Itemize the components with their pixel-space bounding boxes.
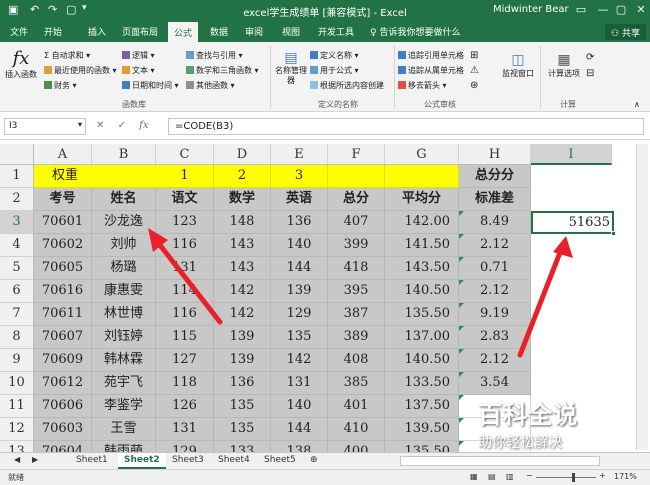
add-sheet-icon[interactable]: ⊕: [304, 453, 324, 469]
sheet-tab-bar: ◀ ▶ Sheet1 Sheet2 Sheet3 Sheet4 Sheet5 ⊕: [0, 452, 650, 469]
page-break-view-icon[interactable]: ▥: [506, 472, 514, 481]
sheet-tab-4[interactable]: Sheet4: [212, 453, 256, 469]
normal-view-icon[interactable]: ▦: [470, 472, 478, 481]
sheet-tab-3[interactable]: Sheet3: [166, 453, 210, 469]
horizontal-scrollbar[interactable]: [400, 456, 600, 466]
page-layout-view-icon[interactable]: ▤: [488, 472, 496, 481]
zoom-level[interactable]: 171%: [614, 472, 637, 481]
status-ready: 就绪: [8, 473, 24, 482]
arrowhead: [553, 236, 573, 258]
sheet-tab-5[interactable]: Sheet5: [258, 453, 302, 469]
zoom-slider-thumb[interactable]: [572, 473, 575, 482]
status-bar: 就绪 ▦ ▤ ▥ − + 171%: [0, 469, 650, 485]
red-arrow-to-result: [517, 247, 564, 358]
sheet-tab-2[interactable]: Sheet2: [118, 453, 166, 469]
red-arrow-to-name: [153, 237, 223, 325]
prev-sheet-icon[interactable]: ◀: [8, 453, 26, 469]
watermark: 百科全说 助你轻松解决: [478, 395, 628, 452]
sheet-tab-1[interactable]: Sheet1: [70, 453, 114, 469]
watermark-brand: 百科全说: [478, 401, 578, 429]
zoom-out-icon[interactable]: −: [526, 471, 533, 480]
zoom-slider[interactable]: [536, 477, 596, 478]
next-sheet-icon[interactable]: ▶: [26, 453, 44, 469]
zoom-in-icon[interactable]: +: [599, 471, 606, 480]
watermark-slogan: 助你轻松解决: [478, 435, 562, 451]
